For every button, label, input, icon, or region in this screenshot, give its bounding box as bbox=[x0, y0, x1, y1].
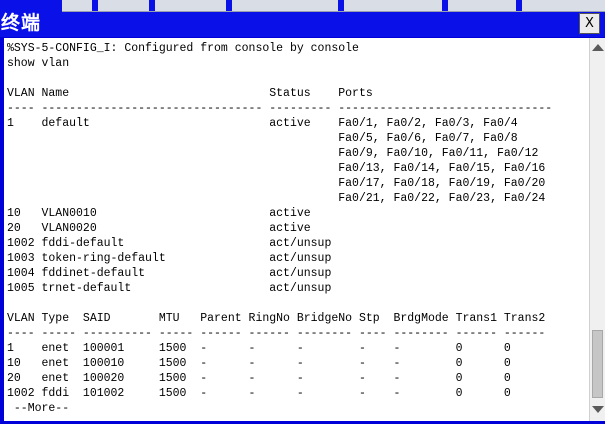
window-title: 终端 bbox=[1, 12, 42, 34]
terminal-line: Fa0/5, Fa0/6, Fa0/7, Fa0/8 bbox=[7, 132, 518, 145]
terminal-line: 1002 fddi 101002 1500 - - - - - 0 0 bbox=[7, 387, 511, 400]
strip-mark bbox=[149, 0, 155, 11]
terminal-line: show vlan bbox=[7, 57, 70, 70]
title-bar-strip bbox=[62, 0, 605, 12]
terminal-line: 1 enet 100001 1500 - - - - - 0 0 bbox=[7, 342, 511, 355]
terminal-line: Fa0/13, Fa0/14, Fa0/15, Fa0/16 bbox=[7, 162, 546, 175]
strip-mark bbox=[338, 0, 344, 11]
terminal-line: ---- -------------------------------- --… bbox=[7, 102, 553, 115]
strip-mark bbox=[226, 0, 232, 11]
terminal-line: 1003 token-ring-default act/unsup bbox=[7, 252, 332, 265]
terminal-line: 1004 fddinet-default act/unsup bbox=[7, 267, 332, 280]
strip-mark bbox=[92, 0, 98, 11]
scrollbar-thumb[interactable] bbox=[592, 330, 603, 398]
scroll-up-arrow-icon[interactable] bbox=[592, 44, 604, 51]
terminal-line: VLAN Name Status Ports bbox=[7, 87, 373, 100]
terminal-line: VLAN Type SAID MTU Parent RingNo BridgeN… bbox=[7, 312, 546, 325]
title-bar[interactable]: 终端 X bbox=[0, 0, 605, 37]
terminal-line: %SYS-5-CONFIG_I: Configured from console… bbox=[7, 42, 359, 55]
terminal-line: 1 default active Fa0/1, Fa0/2, Fa0/3, Fa… bbox=[7, 117, 518, 130]
strip-mark bbox=[442, 0, 448, 11]
terminal-line: ---- ----- ---------- ----- ------ -----… bbox=[7, 327, 546, 340]
terminal-output[interactable]: %SYS-5-CONFIG_I: Configured from console… bbox=[4, 38, 589, 421]
terminal-line: Fa0/9, Fa0/10, Fa0/11, Fa0/12 bbox=[7, 147, 539, 160]
terminal-line: Fa0/17, Fa0/18, Fa0/19, Fa0/20 bbox=[7, 177, 546, 190]
vertical-scrollbar[interactable] bbox=[589, 38, 605, 421]
more-prompt: --More-- bbox=[7, 402, 70, 415]
terminal-line: 10 enet 100010 1500 - - - - - 0 0 bbox=[7, 357, 511, 370]
close-button[interactable]: X bbox=[579, 13, 600, 34]
terminal-line: 20 enet 100020 1500 - - - - - 0 0 bbox=[7, 372, 511, 385]
terminal-line: 1005 trnet-default act/unsup bbox=[7, 282, 332, 295]
terminal-line: 1002 fddi-default act/unsup bbox=[7, 237, 332, 250]
terminal-line: Fa0/21, Fa0/22, Fa0/23, Fa0/24 bbox=[7, 192, 546, 205]
terminal-line: 20 VLAN0020 active bbox=[7, 222, 311, 235]
scroll-down-arrow-icon[interactable] bbox=[592, 406, 604, 413]
terminal-line: 10 VLAN0010 active bbox=[7, 207, 311, 220]
strip-mark bbox=[516, 0, 522, 11]
